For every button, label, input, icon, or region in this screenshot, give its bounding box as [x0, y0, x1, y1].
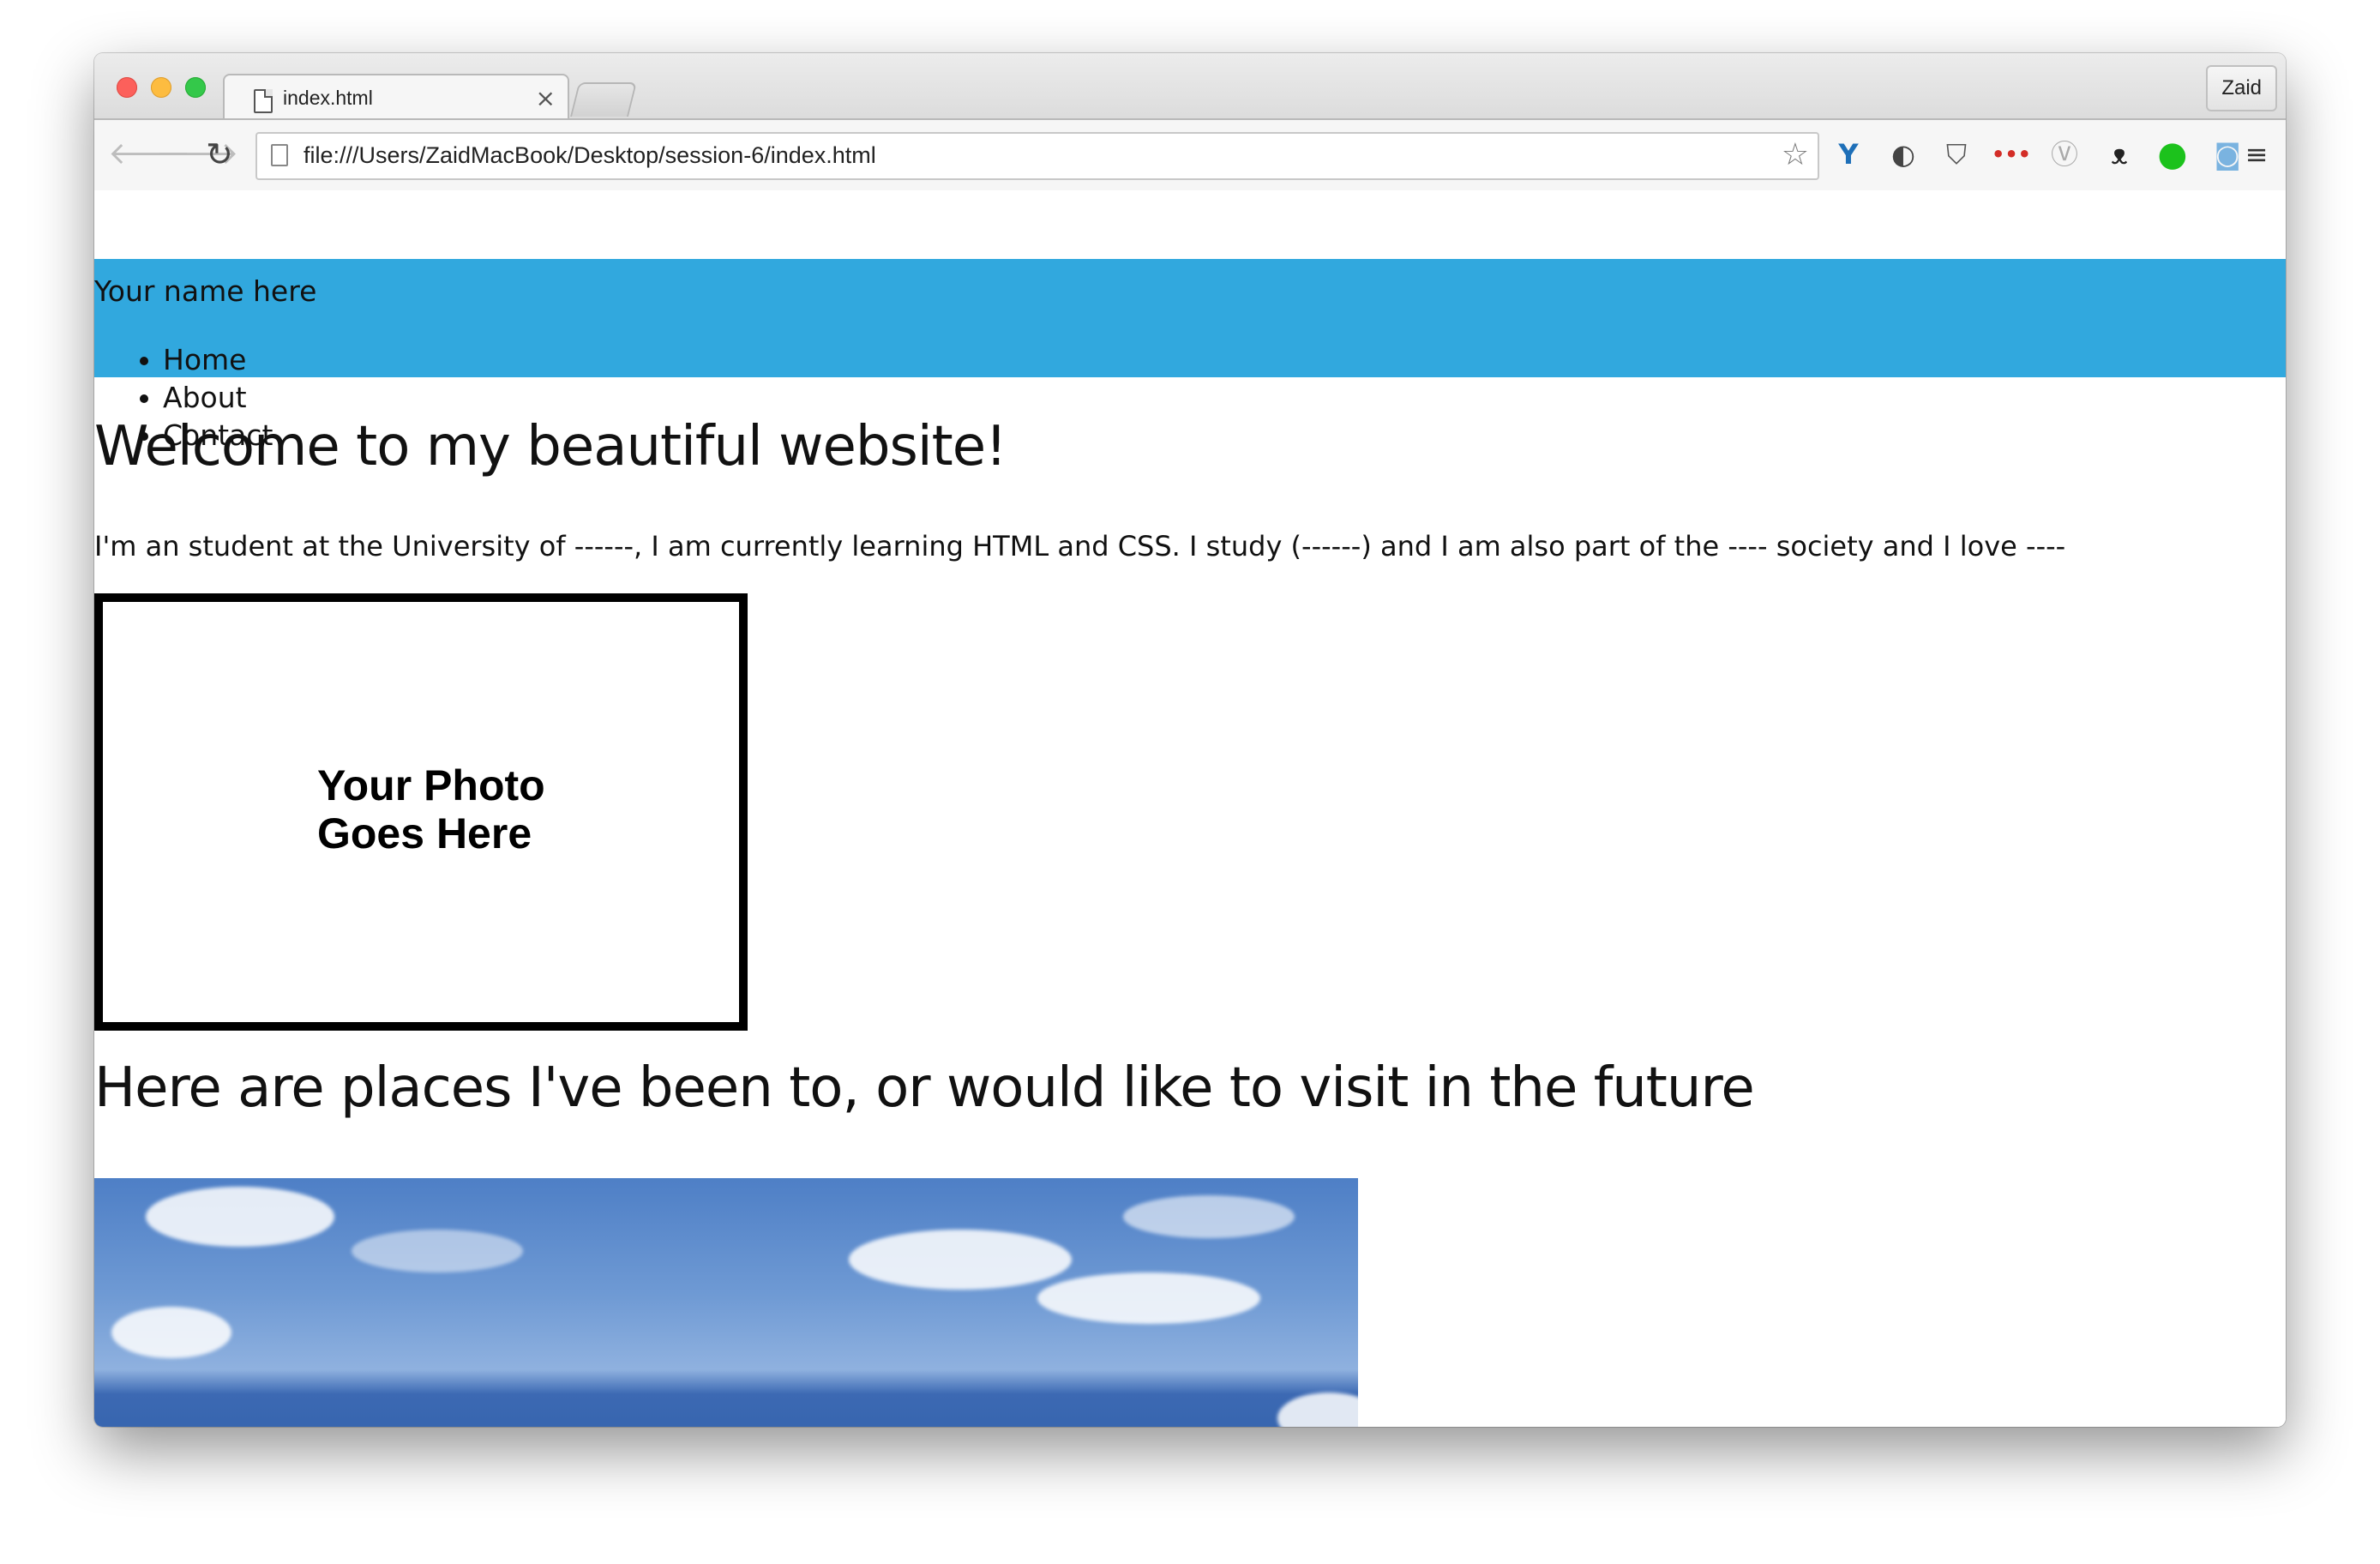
browser-toolbar: 🡐 🡒 ↻ file:///Users/ZaidMacBook/Desktop/… [94, 118, 2286, 192]
landscape-photo [94, 1178, 1358, 1427]
photo-line-1: Your Photo [317, 761, 545, 809]
hamburger-menu-icon[interactable]: ≡ [2238, 135, 2275, 173]
green-dot-icon[interactable]: ● [2154, 135, 2191, 173]
yoast-icon[interactable]: Y [1830, 135, 1867, 173]
tab-close-icon[interactable]: × [536, 84, 556, 112]
browser-tab-active[interactable]: index.html × [223, 74, 569, 122]
intro-paragraph: I'm an student at the University of ----… [94, 530, 2066, 562]
profile-button[interactable]: Zaid [2206, 65, 2277, 111]
bookmark-star-icon[interactable]: ☆ [1782, 137, 1809, 172]
page-title: Welcome to my beautiful website! [94, 415, 1007, 478]
window-minimize-button[interactable] [151, 77, 171, 98]
ghostery-icon[interactable]: ◐ [1884, 135, 1922, 173]
window-maximize-button[interactable] [185, 77, 206, 98]
lastpass-icon[interactable]: ••• [1992, 135, 2031, 173]
site-name: Your name here [94, 274, 317, 308]
window-close-button[interactable] [117, 77, 137, 98]
places-heading: Here are places I've been to, or would l… [94, 1056, 1755, 1120]
panda-icon[interactable]: ᴥ [2101, 135, 2138, 173]
photo-placeholder-text: Your Photo Goes Here [317, 761, 545, 857]
page-icon [271, 144, 288, 166]
new-tab-button[interactable] [570, 82, 637, 117]
file-icon [254, 89, 273, 113]
address-bar[interactable]: file:///Users/ZaidMacBook/Desktop/sessio… [255, 132, 1819, 180]
web-page: Your name here Home About Contact Welcom… [94, 190, 2286, 1427]
tab-title: index.html [283, 87, 373, 109]
vimeo-icon[interactable]: Ⓥ [2046, 135, 2083, 173]
tab-strip: index.html × Zaid [94, 53, 2286, 122]
nav-item-about[interactable]: About [163, 379, 273, 417]
nav-item-home[interactable]: Home [163, 341, 273, 379]
address-bar-url[interactable]: file:///Users/ZaidMacBook/Desktop/sessio… [304, 142, 876, 169]
reload-icon[interactable]: ↻ [206, 137, 233, 171]
photo-line-2: Goes Here [317, 809, 532, 857]
pocket-icon[interactable]: ⛉ [1938, 135, 1975, 173]
browser-window: index.html × Zaid 🡐 🡒 ↻ file:///Users/Za… [94, 53, 2286, 1427]
site-header [94, 259, 2286, 377]
photo-placeholder: Your Photo Goes Here [94, 593, 748, 1031]
